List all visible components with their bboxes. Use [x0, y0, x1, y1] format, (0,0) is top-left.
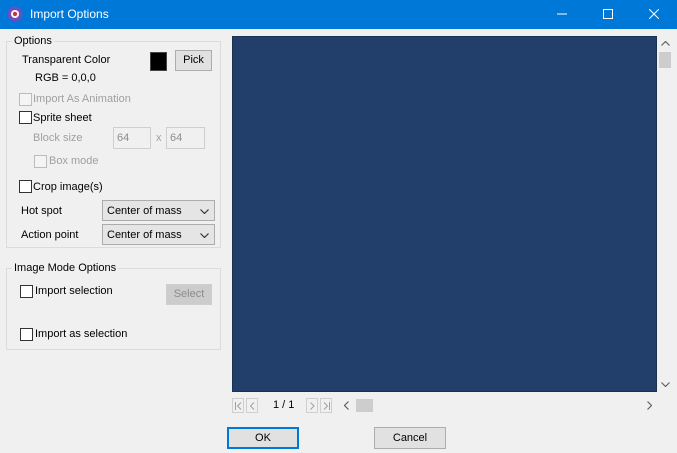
last-page-icon	[323, 402, 330, 410]
image-preview	[232, 36, 657, 392]
next-page-button[interactable]	[306, 398, 318, 413]
chevron-left-icon[interactable]	[344, 401, 349, 410]
sprite-sheet-checkbox[interactable]	[19, 111, 32, 124]
select-button[interactable]: Select	[166, 284, 212, 305]
import-as-selection-label: Import as selection	[35, 328, 128, 340]
import-selection-checkbox[interactable]	[20, 285, 33, 298]
chevron-right-icon[interactable]	[647, 401, 652, 410]
crop-images-label: Crop image(s)	[33, 181, 103, 193]
block-height-input[interactable]: 64	[166, 127, 205, 149]
vertical-scrollbar[interactable]	[657, 36, 674, 392]
hot-spot-value: Center of mass	[107, 205, 182, 217]
page-indicator: 1 / 1	[273, 399, 295, 411]
import-selection-label: Import selection	[35, 285, 113, 297]
chevron-left-icon	[249, 402, 255, 410]
maximize-button[interactable]	[585, 0, 631, 29]
last-page-button[interactable]	[320, 398, 332, 413]
title-bar: Import Options	[0, 0, 677, 29]
action-point-label: Action point	[21, 229, 79, 241]
action-point-value: Center of mass	[107, 229, 182, 241]
import-as-selection-checkbox[interactable]	[20, 328, 33, 341]
block-size-label: Block size	[33, 132, 83, 144]
chevron-down-icon[interactable]	[661, 382, 670, 387]
app-icon	[7, 6, 23, 22]
box-mode-checkbox[interactable]	[34, 155, 47, 168]
transparent-color-label: Transparent Color	[22, 54, 111, 66]
vertical-scroll-thumb[interactable]	[659, 52, 671, 68]
import-animation-checkbox[interactable]	[19, 93, 32, 106]
block-size-separator: x	[156, 132, 162, 144]
close-button[interactable]	[631, 0, 677, 29]
box-mode-label: Box mode	[49, 155, 99, 167]
ok-button[interactable]: OK	[227, 427, 299, 449]
close-icon	[649, 9, 659, 19]
first-page-button[interactable]	[232, 398, 244, 413]
chevron-up-icon[interactable]	[661, 41, 670, 46]
hot-spot-label: Hot spot	[21, 205, 62, 217]
image-mode-group-title: Image Mode Options	[12, 262, 119, 274]
action-point-select[interactable]: Center of mass	[102, 224, 215, 245]
minimize-button[interactable]	[539, 0, 585, 29]
horizontal-scrollbar[interactable]	[340, 397, 657, 414]
transparent-color-swatch[interactable]	[150, 52, 167, 71]
block-width-input[interactable]: 64	[113, 127, 151, 149]
chevron-down-icon	[200, 233, 209, 238]
pick-button[interactable]: Pick	[175, 50, 212, 71]
prev-page-button[interactable]	[246, 398, 258, 413]
first-page-icon	[235, 402, 242, 410]
minimize-icon	[557, 13, 567, 15]
rgb-value: RGB = 0,0,0	[35, 72, 96, 84]
cancel-button[interactable]: Cancel	[374, 427, 446, 449]
chevron-right-icon	[310, 402, 315, 410]
chevron-down-icon	[200, 209, 209, 214]
options-group-title: Options	[12, 35, 54, 47]
horizontal-scroll-thumb[interactable]	[356, 399, 373, 412]
window-title: Import Options	[30, 7, 109, 21]
import-animation-label: Import As Animation	[33, 93, 131, 105]
sprite-sheet-label: Sprite sheet	[33, 112, 92, 124]
crop-images-checkbox[interactable]	[19, 180, 32, 193]
maximize-icon	[603, 9, 613, 19]
hot-spot-select[interactable]: Center of mass	[102, 200, 215, 221]
